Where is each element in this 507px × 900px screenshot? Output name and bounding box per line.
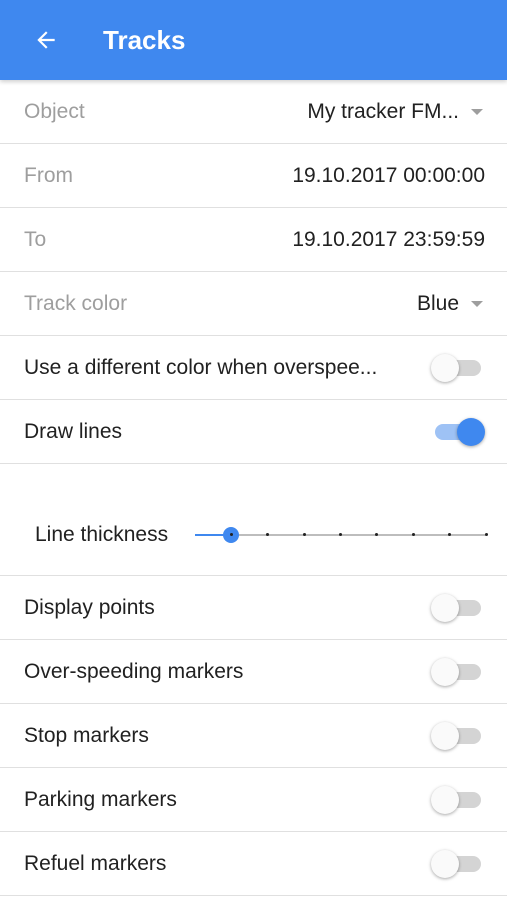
stop-markers-label: Stop markers bbox=[24, 723, 149, 747]
draw-lines-row: Draw lines bbox=[0, 400, 507, 464]
dropdown-arrow-icon bbox=[471, 108, 483, 115]
page-title: Tracks bbox=[103, 25, 186, 55]
slider-tick bbox=[302, 533, 306, 536]
refuel-markers-label: Refuel markers bbox=[24, 851, 167, 875]
toggle-thumb bbox=[431, 721, 459, 750]
stop-markers-row: Stop markers bbox=[0, 704, 507, 768]
line-thickness-label: Line thickness bbox=[35, 523, 169, 546]
from-label: From bbox=[24, 163, 73, 187]
overspeeding-markers-row: Over-speeding markers bbox=[0, 640, 507, 704]
line-thickness-row: Line thickness bbox=[0, 464, 507, 576]
object-value-wrap: My tracker FM... bbox=[307, 100, 485, 124]
slider-tick bbox=[484, 533, 488, 536]
toggle-thumb bbox=[457, 417, 485, 446]
object-label: Object bbox=[24, 99, 85, 123]
draw-lines-label: Draw lines bbox=[24, 419, 123, 443]
toggle-thumb bbox=[431, 657, 459, 686]
back-button[interactable] bbox=[26, 22, 66, 58]
to-datetime-field[interactable]: To 19.10.2017 23:59:59 bbox=[0, 208, 507, 272]
object-value: My tracker FM... bbox=[307, 99, 459, 123]
overspeed-color-toggle[interactable] bbox=[431, 353, 485, 383]
overspeed-color-row: Use a different color when overspee... bbox=[0, 336, 507, 400]
display-points-toggle[interactable] bbox=[431, 593, 485, 623]
from-value: 19.10.2017 00:00:00 bbox=[292, 163, 485, 187]
parking-markers-toggle[interactable] bbox=[431, 785, 485, 815]
to-value: 19.10.2017 23:59:59 bbox=[292, 227, 485, 251]
toggle-thumb bbox=[431, 849, 459, 878]
object-selector[interactable]: Object My tracker FM... bbox=[0, 80, 507, 144]
overspeeding-markers-label: Over-speeding markers bbox=[24, 659, 244, 683]
toggle-thumb bbox=[431, 785, 459, 814]
track-color-selector[interactable]: Track color Blue bbox=[0, 272, 507, 336]
toggle-thumb bbox=[431, 353, 459, 382]
app-bar: Tracks bbox=[0, 0, 507, 80]
slider-tick bbox=[339, 533, 342, 536]
slider-tick bbox=[411, 533, 415, 536]
refuel-markers-row: Refuel markers bbox=[0, 832, 507, 896]
draw-lines-toggle[interactable] bbox=[431, 417, 485, 447]
refuel-markers-toggle[interactable] bbox=[431, 849, 485, 879]
arrow-left-icon bbox=[37, 31, 55, 49]
line-thickness-slider[interactable] bbox=[195, 524, 488, 546]
display-points-row: Display points bbox=[0, 576, 507, 640]
track-color-label: Track color bbox=[24, 291, 128, 315]
track-color-value-wrap: Blue bbox=[417, 292, 485, 316]
slider-tick bbox=[229, 533, 233, 536]
track-color-value: Blue bbox=[416, 291, 459, 315]
stop-markers-toggle[interactable] bbox=[431, 721, 485, 751]
toggle-thumb bbox=[431, 593, 459, 622]
parking-markers-row: Parking markers bbox=[0, 768, 507, 832]
to-label: To bbox=[24, 227, 47, 251]
overspeeding-markers-toggle[interactable] bbox=[431, 657, 485, 687]
display-points-label: Display points bbox=[24, 595, 155, 619]
overspeed-color-label: Use a different color when overspee... bbox=[24, 355, 378, 379]
from-datetime-field[interactable]: From 19.10.2017 00:00:00 bbox=[0, 144, 507, 208]
dropdown-arrow-icon bbox=[471, 300, 483, 307]
parking-markers-label: Parking markers bbox=[24, 787, 177, 811]
tracks-settings-list: Object My tracker FM... From 19.10.2017 … bbox=[0, 80, 507, 896]
